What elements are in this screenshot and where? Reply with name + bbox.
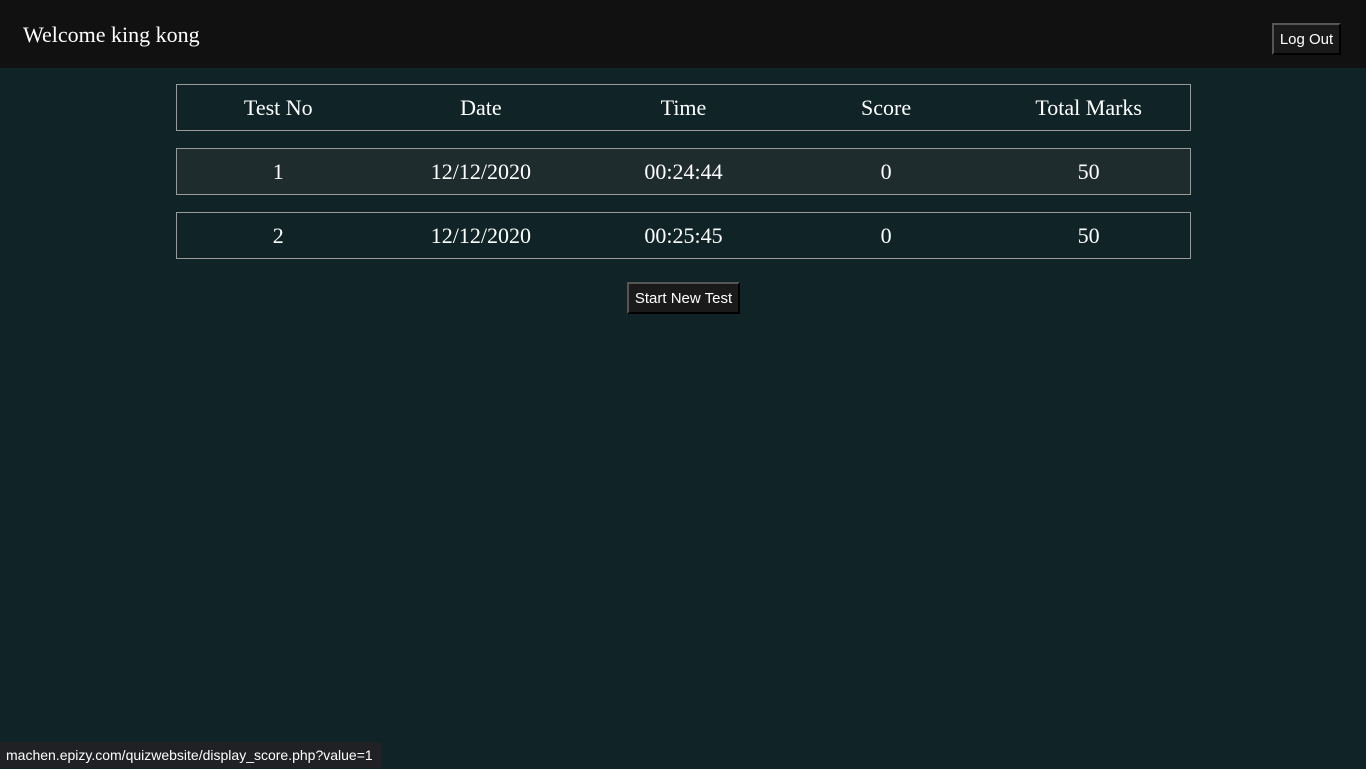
welcome-message: Welcome king kong — [23, 22, 200, 47]
column-header-score: Score — [861, 95, 912, 120]
cell-test-no: 1 — [272, 159, 284, 184]
column-header-test-no: Test No — [243, 95, 313, 120]
column-header-total-marks: Total Marks — [1035, 95, 1142, 120]
cell-total-marks: 50 — [1077, 159, 1100, 184]
logout-button[interactable]: Log Out — [1272, 23, 1341, 55]
cell-score: 0 — [880, 223, 892, 248]
status-bar-url: machen.epizy.com/quizwebsite/display_sco… — [0, 742, 382, 768]
cell-time: 00:25:45 — [644, 223, 723, 248]
top-bar: Welcome king kong Log Out — [0, 0, 1366, 68]
cell-test-no: 2 — [272, 223, 284, 248]
table-header: Test No Date Time Score Total Marks — [176, 84, 1191, 131]
table-row[interactable]: 2 12/12/2020 00:25:45 0 50 — [176, 212, 1191, 259]
column-header-time: Time — [660, 95, 707, 120]
cell-time: 00:24:44 — [644, 159, 723, 184]
cell-date: 12/12/2020 — [430, 159, 531, 184]
cell-date: 12/12/2020 — [430, 223, 531, 248]
cell-score: 0 — [880, 159, 892, 184]
column-header-date: Date — [460, 95, 502, 120]
start-new-test-button[interactable]: Start New Test — [627, 282, 740, 314]
table-row[interactable]: 1 12/12/2020 00:24:44 0 50 — [176, 148, 1191, 195]
cell-total-marks: 50 — [1077, 223, 1100, 248]
